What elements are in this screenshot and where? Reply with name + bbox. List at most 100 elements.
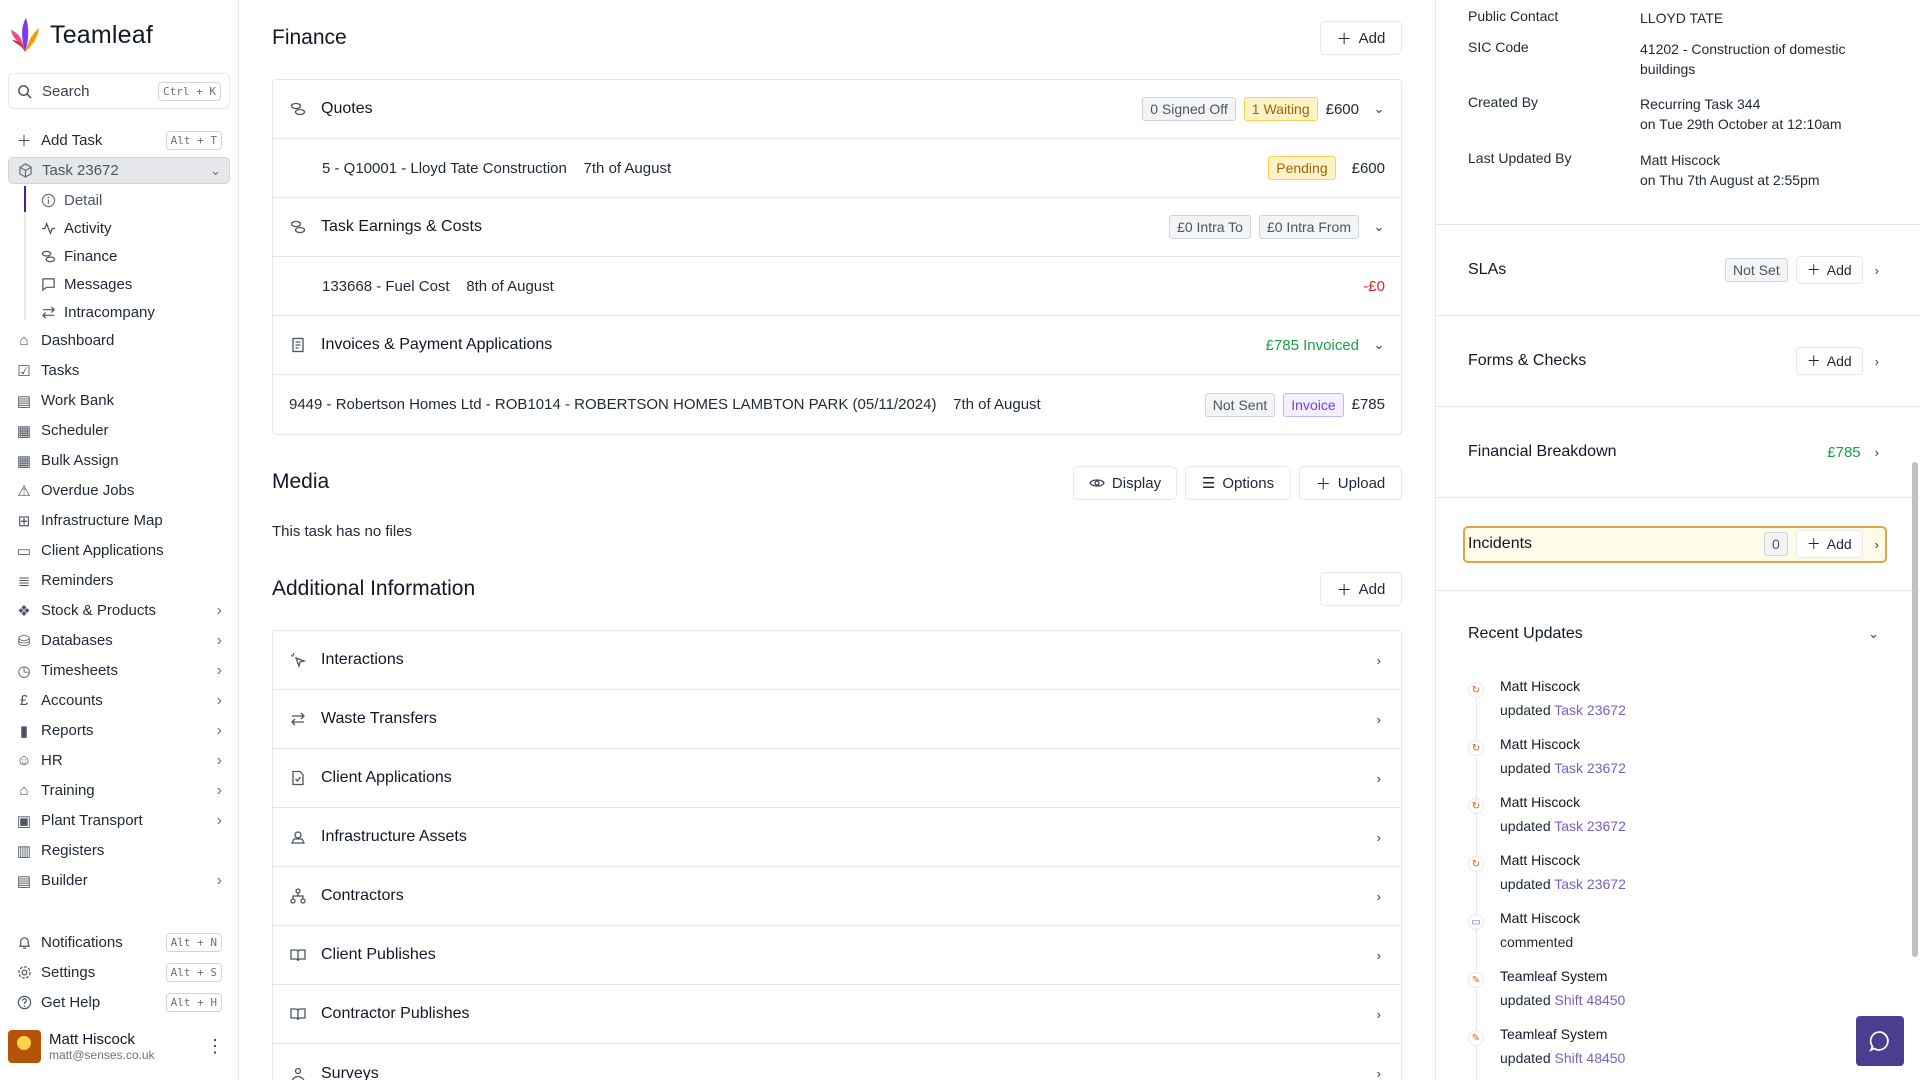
chevron-down-icon: ⌄ — [210, 162, 221, 178]
row-title: Waste Transfers — [321, 710, 437, 727]
updated-by-name: Matt Hiscock — [1640, 152, 1721, 168]
sidebar-item-task[interactable]: Task 23672 ⌄ — [8, 157, 230, 184]
help-label: Get Help — [41, 994, 101, 1011]
sidebar-item-label: Client Applications — [41, 542, 164, 559]
update-link[interactable]: Task 23672 — [1554, 818, 1626, 834]
options-button[interactable]: ☰ Options — [1185, 466, 1291, 500]
update-author: Matt Hiscock — [1500, 852, 1581, 868]
sidebar-sub-detail[interactable]: Detail — [32, 187, 228, 213]
update-action: updated — [1500, 992, 1551, 1008]
surveys-row[interactable]: Surveys › — [273, 1044, 1401, 1080]
sidebar-item-reports[interactable]: ▮ Reports › — [8, 717, 230, 744]
financial-breakdown-section[interactable]: Financial Breakdown £785 › — [1468, 434, 1883, 470]
client-publishes-row[interactable]: Client Publishes › — [273, 926, 1401, 985]
upload-button[interactable]: ＋ Upload — [1299, 466, 1402, 500]
update-link[interactable]: Task 23672 — [1554, 702, 1626, 718]
chevron-down-icon[interactable]: ⌄ — [1373, 337, 1385, 353]
interactions-row[interactable]: Interactions › — [273, 631, 1401, 690]
sidebar-item-settings[interactable]: Settings Alt + S — [8, 959, 230, 986]
home-icon: ⌂ — [19, 332, 29, 349]
quote-item-amount: £600 — [1351, 159, 1385, 177]
slas-section[interactable]: SLAs Not Set ＋ Add › — [1468, 252, 1883, 288]
quote-item-date: 7th of August — [583, 159, 672, 177]
sidebar-item-client-applications[interactable]: ▭ Client Applications — [8, 537, 230, 564]
sidebar-item-databases[interactable]: ⛁ Databases › — [8, 627, 230, 654]
sidebar-item-scheduler[interactable]: ▦ Scheduler — [8, 417, 230, 444]
sidebar-item-plant-transport[interactable]: ▣ Plant Transport › — [8, 807, 230, 834]
incidents-add-button[interactable]: ＋ Add — [1795, 530, 1863, 558]
sidebar-item-builder[interactable]: ▤ Builder › — [8, 867, 230, 894]
sidebar-item-stock-products[interactable]: ❖ Stock & Products › — [8, 597, 230, 624]
sidebar-item-reminders[interactable]: ≣ Reminders — [8, 567, 230, 594]
chat-button[interactable] — [1856, 1016, 1904, 1066]
chevron-right-icon[interactable]: › — [1875, 263, 1879, 278]
finance-add-button[interactable]: ＋ Add — [1320, 21, 1402, 55]
add-task-button[interactable]: ＋ Add Task Alt + T — [8, 127, 230, 154]
chevron-right-icon[interactable]: › — [1875, 445, 1879, 460]
display-button[interactable]: Display — [1073, 466, 1177, 500]
invoices-row[interactable]: Invoices & Payment Applications £785 Inv… — [273, 316, 1401, 375]
gear-icon — [16, 965, 32, 981]
sidebar-item-help[interactable]: Get Help Alt + H — [8, 989, 230, 1016]
sidebar-sub-activity[interactable]: Activity — [32, 215, 228, 241]
contractor-publishes-row[interactable]: Contractor Publishes › — [273, 985, 1401, 1044]
coins-icon — [40, 248, 56, 264]
sidebar-item-tasks[interactable]: ☑ Tasks — [8, 357, 230, 384]
clock-icon: ◷ — [17, 662, 31, 680]
cube-icon — [17, 163, 33, 179]
sidebar-item-timesheets[interactable]: ◷ Timesheets › — [8, 657, 230, 684]
brand-logo[interactable]: Teamleaf — [10, 16, 153, 54]
sidebar-sub-messages[interactable]: Messages — [32, 271, 228, 297]
earning-item-row[interactable]: 133668 - Fuel Cost 8th of August -£0 — [273, 257, 1401, 316]
additional-add-button[interactable]: ＋ Add — [1320, 572, 1402, 606]
incidents-row[interactable]: Incidents 0 ＋ Add › — [1468, 526, 1883, 562]
client-applications-row[interactable]: Client Applications › — [273, 749, 1401, 808]
contractors-row[interactable]: Contractors › — [273, 867, 1401, 926]
sidebar-item-notifications[interactable]: Notifications Alt + N — [8, 929, 230, 956]
sidebar-item-hr[interactable]: ☺ HR › — [8, 747, 230, 774]
sidebar-sub-intracompany[interactable]: Intracompany — [32, 299, 228, 325]
update-link[interactable]: Shift 48450 — [1555, 1050, 1626, 1066]
chevron-right-icon[interactable]: › — [1875, 537, 1879, 552]
sidebar-item-accounts[interactable]: £ Accounts › — [8, 687, 230, 714]
user-profile[interactable]: Matt Hiscock matt@senses.co.uk ⋮ — [8, 1030, 230, 1063]
sla-add-button[interactable]: ＋ Add — [1795, 256, 1863, 284]
sidebar-item-training[interactable]: ⌂ Training › — [8, 777, 230, 804]
chevron-right-icon: › — [1376, 829, 1381, 845]
recent-updates-header[interactable]: Recent Updates ⌄ — [1468, 616, 1883, 652]
sidebar-item-overdue-jobs[interactable]: ⚠ Overdue Jobs — [8, 477, 230, 504]
earnings-row[interactable]: Task Earnings & Costs £0 Intra To £0 Int… — [273, 198, 1401, 257]
update-link[interactable]: Task 23672 — [1554, 760, 1626, 776]
invoices-title: Invoices & Payment Applications — [321, 336, 553, 353]
infrastructure-assets-row[interactable]: Infrastructure Assets › — [273, 808, 1401, 867]
chevron-down-icon[interactable]: ⌄ — [1868, 626, 1879, 642]
sidebar-item-dashboard[interactable]: ⌂ Dashboard — [8, 327, 230, 354]
scrollbar[interactable] — [1912, 462, 1918, 957]
chevron-right-icon: › — [216, 631, 222, 649]
sidebar-item-infrastructure-map[interactable]: ⊞ Infrastructure Map — [8, 507, 230, 534]
quote-item-row[interactable]: 5 - Q10001 - Lloyd Tate Construction 7th… — [273, 139, 1401, 198]
update-link[interactable]: Shift 48450 — [1555, 992, 1626, 1008]
quotes-row[interactable]: Quotes 0 Signed Off 1 Waiting £600 ⌄ — [273, 80, 1401, 139]
forms-add-button[interactable]: ＋ Add — [1795, 347, 1863, 375]
update-link[interactable]: Task 23672 — [1554, 876, 1626, 892]
sidebar-sub-finance[interactable]: Finance — [32, 243, 228, 269]
invoice-item-date: 7th of August — [953, 396, 1041, 413]
sidebar-item-bulk-assign[interactable]: ▦ Bulk Assign — [8, 447, 230, 474]
more-vertical-icon[interactable]: ⋮ — [206, 1036, 224, 1057]
waste-transfers-row[interactable]: Waste Transfers › — [273, 690, 1401, 749]
forms-section[interactable]: Forms & Checks ＋ Add › — [1468, 343, 1883, 379]
chevron-down-icon[interactable]: ⌄ — [1373, 101, 1385, 117]
chevron-right-icon: › — [1376, 888, 1381, 904]
sidebar-item-registers[interactable]: ▥ Registers — [8, 837, 230, 864]
chevron-right-icon: › — [1376, 947, 1381, 963]
invoice-status-badge: Not Sent — [1204, 392, 1276, 417]
chevron-down-icon[interactable]: ⌄ — [1373, 219, 1385, 235]
invoice-item-row[interactable]: 9449 - Robertson Homes Ltd - ROB1014 - R… — [273, 375, 1401, 434]
chevron-right-icon[interactable]: › — [1875, 354, 1879, 369]
sidebar-item-work-bank[interactable]: ▤ Work Bank — [8, 387, 230, 414]
recent-updates-title: Recent Updates — [1468, 625, 1583, 642]
search-box[interactable]: Search Ctrl + K — [8, 73, 230, 109]
update-author: Teamleaf System — [1500, 968, 1608, 984]
user-name: Matt Hiscock — [49, 1031, 135, 1048]
